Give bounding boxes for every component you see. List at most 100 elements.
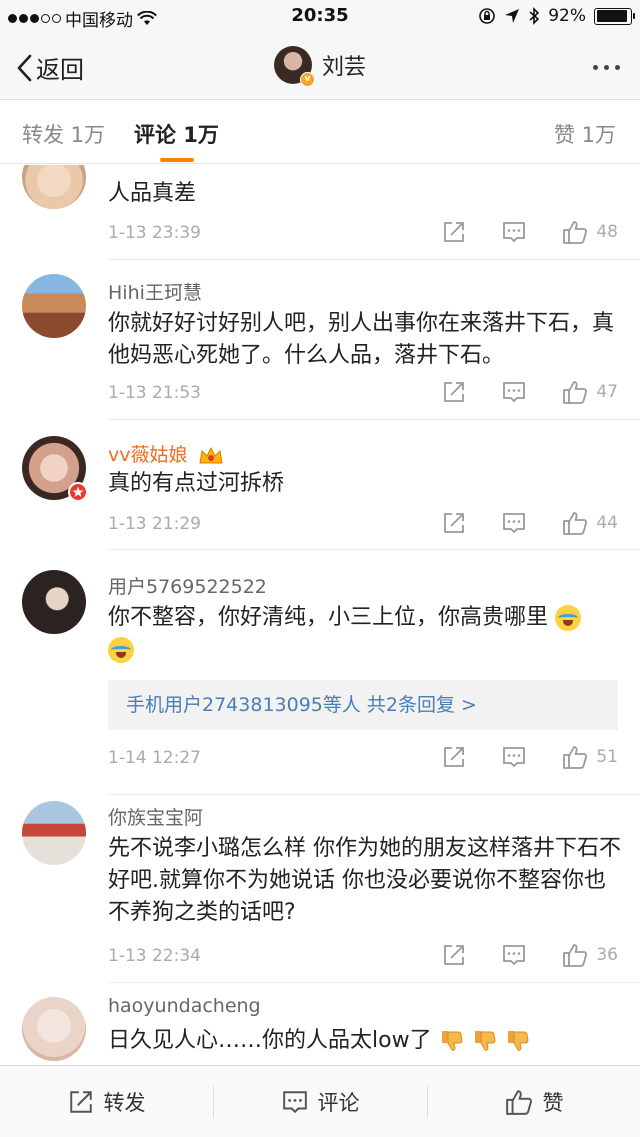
avatar[interactable] xyxy=(22,801,86,865)
share-icon xyxy=(444,382,465,402)
avatar[interactable] xyxy=(22,570,86,634)
comment-label: 评论 xyxy=(317,1091,360,1115)
comment-text: 日久见人心……你的人品太low了 xyxy=(108,1025,622,1057)
navigation-bar: 返回 v 刘芸 xyxy=(0,34,640,100)
like-count: 47 xyxy=(596,382,618,402)
share-icon xyxy=(444,513,465,533)
comment-username[interactable]: haoyundacheng xyxy=(108,995,261,1017)
avatar[interactable]: v xyxy=(273,46,315,87)
like-action-button[interactable]: 赞 xyxy=(428,1066,640,1137)
reply-button[interactable] xyxy=(502,380,526,404)
comment-item: vv薇姑娘 真的有点过河拆桥 1-13 21:29 44 xyxy=(0,420,640,550)
comment-time: 1-13 22:34 xyxy=(108,946,201,966)
avatar[interactable] xyxy=(22,997,86,1061)
like-label: 赞 xyxy=(542,1091,564,1115)
thumbs-down-emoji-icon xyxy=(507,1031,529,1051)
like-button[interactable]: 47 xyxy=(562,379,618,405)
verified-badge-icon xyxy=(68,482,88,502)
comment-icon xyxy=(503,382,526,403)
like-button[interactable]: 51 xyxy=(562,744,618,770)
tab-comment[interactable]: 评论 1万 xyxy=(134,119,219,149)
status-bar: 中国移动 20:35 92% xyxy=(0,0,640,34)
like-count: 36 xyxy=(596,945,618,965)
comment-text: 先不说李小璐怎么样 你作为她的朋友这样落井下石不好吧.就算你不为她说话 你也没必… xyxy=(108,836,621,925)
share-icon xyxy=(444,945,465,965)
comment-actions: 36 xyxy=(442,942,618,968)
bluetooth-icon xyxy=(529,7,540,25)
comment-item: 你族宝宝阿 先不说李小璐怎么样 你作为她的朋友这样落井下石不好吧.就算你不为她说… xyxy=(0,795,640,983)
comment-item: 用户5769522522 你不整容，你好清纯，小三上位，你高贵哪里 手机用户27… xyxy=(0,550,640,795)
thumbs-up-icon xyxy=(563,944,588,967)
comment-username[interactable]: 你族宝宝阿 xyxy=(108,803,203,830)
more-options-icon[interactable] xyxy=(593,65,620,70)
repost-action-button[interactable]: 转发 xyxy=(0,1066,213,1137)
reply-button[interactable] xyxy=(502,745,526,769)
like-button[interactable]: 36 xyxy=(562,942,618,968)
thumbs-down-emoji-icon xyxy=(474,1031,496,1051)
comment-icon xyxy=(503,222,526,243)
comment-username[interactable]: 用户5769522522 xyxy=(108,572,267,599)
comment-time: 1-13 21:53 xyxy=(108,383,201,403)
thumbs-up-icon xyxy=(563,381,588,404)
avatar[interactable] xyxy=(22,165,86,209)
avatar[interactable] xyxy=(22,274,86,338)
repost-button[interactable] xyxy=(442,511,466,535)
comment-text-content: 日久见人心……你的人品太low了 xyxy=(108,1028,432,1053)
comment-item: 人品真差 1-13 23:39 48 xyxy=(0,165,640,260)
comment-time: 1-13 23:39 xyxy=(108,223,201,243)
comment-icon xyxy=(503,747,526,768)
repost-button[interactable] xyxy=(442,220,466,244)
thumbs-up-icon xyxy=(563,221,588,244)
share-icon xyxy=(444,747,465,767)
reply-button[interactable] xyxy=(502,943,526,967)
comment-actions: 44 xyxy=(442,510,618,536)
repost-button[interactable] xyxy=(442,943,466,967)
reply-button[interactable] xyxy=(502,220,526,244)
like-count: 48 xyxy=(596,222,618,242)
like-count: 51 xyxy=(596,747,618,767)
comment-text: 你就好好讨好别人吧，别人出事你在来落井下石，真他妈恶心死她了。什么人品，落井下石… xyxy=(108,311,615,368)
laugh-cry-emoji-icon xyxy=(108,637,134,663)
comment-username[interactable]: Hihi王珂慧 xyxy=(108,278,202,305)
comment-text: 你不整容，你好清纯，小三上位，你高贵哪里 xyxy=(108,602,622,666)
crown-badge-icon xyxy=(198,446,223,463)
thumbs-up-icon xyxy=(563,746,588,769)
laugh-cry-emoji-icon xyxy=(555,605,582,631)
comment-icon xyxy=(282,1091,307,1114)
reply-summary-link[interactable]: 手机用户2743813095等人 共2条回复 > xyxy=(108,680,618,730)
tab-repost[interactable]: 转发 1万 xyxy=(22,119,105,149)
active-tab-indicator xyxy=(160,158,194,162)
comment-item: haoyundacheng 日久见人心……你的人品太low了 xyxy=(0,983,640,1065)
tab-like[interactable]: 赞 1万 xyxy=(554,119,616,149)
comment-icon xyxy=(503,945,526,966)
thumbs-up-icon xyxy=(505,1090,532,1115)
comment-username[interactable]: vv薇姑娘 xyxy=(108,440,224,467)
battery-percentage: 92% xyxy=(548,6,586,26)
orientation-lock-icon xyxy=(479,8,496,24)
repost-button[interactable] xyxy=(442,380,466,404)
reply-button[interactable] xyxy=(502,511,526,535)
like-button[interactable]: 44 xyxy=(562,510,618,536)
repost-label: 转发 xyxy=(103,1091,146,1115)
avatar[interactable] xyxy=(22,436,88,502)
profile-header[interactable]: v 刘芸 xyxy=(0,46,640,87)
share-icon xyxy=(444,222,465,242)
page-title: 刘芸 xyxy=(321,55,366,80)
comment-action-button[interactable]: 评论 xyxy=(214,1066,427,1137)
repost-button[interactable] xyxy=(442,745,466,769)
thumbs-down-emoji-icon xyxy=(441,1031,463,1051)
comment-icon xyxy=(503,513,526,534)
location-icon xyxy=(505,9,520,23)
comment-item: Hihi王珂慧 你就好好讨好别人吧，别人出事你在来落井下石，真他妈恶心死她了。什… xyxy=(0,260,640,420)
battery-icon xyxy=(594,7,635,25)
comment-time: 1-13 21:29 xyxy=(108,514,201,534)
like-button[interactable]: 48 xyxy=(562,219,618,245)
like-count: 44 xyxy=(596,513,618,533)
comment-actions: 51 xyxy=(442,744,618,770)
comment-text: 人品真差 xyxy=(108,181,197,206)
bottom-action-bar: 转发 评论 赞 xyxy=(0,1065,640,1137)
comment-list[interactable]: 人品真差 1-13 23:39 48 Hihi王珂慧 你就好好讨好别人吧，别人出… xyxy=(0,165,640,1065)
username-text: vv薇姑娘 xyxy=(108,444,188,466)
thumbs-up-icon xyxy=(563,512,588,535)
verified-badge-icon: v xyxy=(299,72,315,87)
